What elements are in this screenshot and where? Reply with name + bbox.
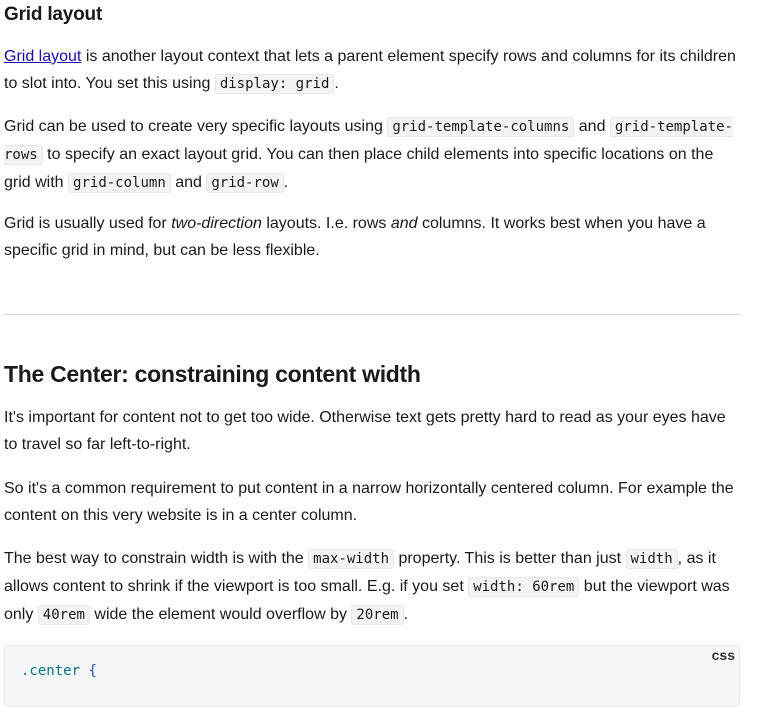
code-language-label: css (711, 647, 735, 663)
css-selector: .center (21, 663, 81, 679)
inline-code: width (625, 549, 678, 569)
inline-code: grid-column (68, 173, 171, 193)
max-width-paragraph: The best way to constrain width is with … (4, 549, 730, 625)
grid-usage-paragraph: Grid is usually used for two-direction l… (4, 215, 706, 259)
inline-code: 40rem (37, 605, 90, 625)
inline-code: display: grid (214, 74, 335, 94)
inline-code: grid-template-columns (387, 117, 575, 137)
center-section-heading: The Center: constraining content width (4, 361, 421, 387)
grid-template-paragraph: Grid can be used to create very specific… (4, 117, 733, 193)
center-column-paragraph: So it's a common requirement to put cont… (4, 480, 734, 524)
inline-code: 20rem (351, 605, 404, 625)
css-code-block[interactable]: css .center { (4, 645, 740, 707)
inline-code: max-width (308, 549, 394, 569)
inline-code: width: 60rem (468, 577, 580, 597)
grid-intro-paragraph: Grid layout is another layout context th… (4, 48, 736, 94)
open-brace: { (88, 663, 97, 679)
section-divider (4, 314, 740, 315)
code-line: .center { (21, 663, 97, 679)
grid-layout-link[interactable]: Grid layout (4, 48, 81, 65)
grid-layout-heading: Grid layout (4, 4, 103, 25)
inline-code: grid-row (206, 173, 284, 193)
content-width-paragraph: It's important for content not to get to… (4, 409, 726, 453)
